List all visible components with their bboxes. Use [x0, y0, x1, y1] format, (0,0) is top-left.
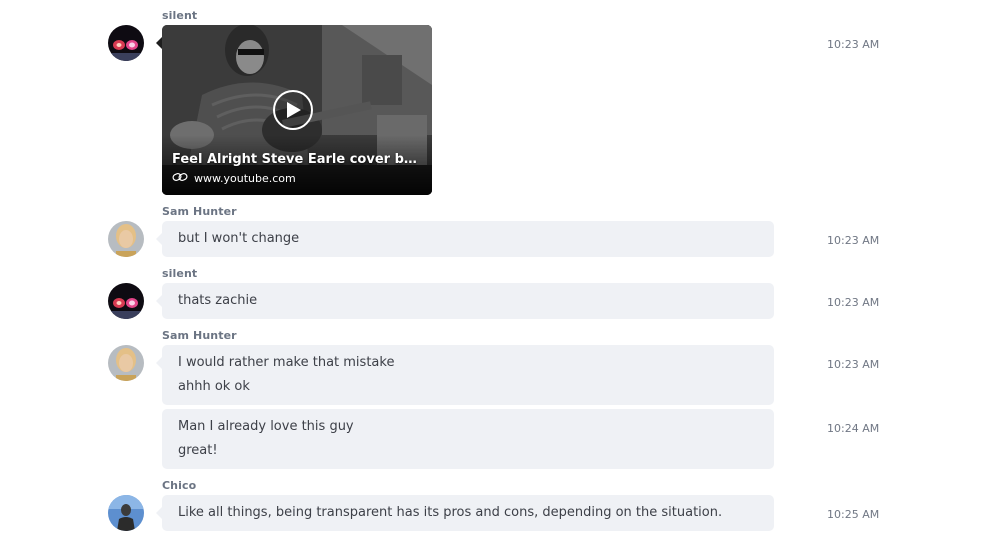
avatar[interactable] [108, 345, 144, 381]
message-timestamp: 10:23 AM [827, 234, 880, 247]
message-text: Like all things, being transparent has i… [178, 505, 723, 520]
message-text: thats zachie [178, 293, 258, 308]
video-domain: www.youtube.com [194, 172, 296, 185]
avatar[interactable] [108, 221, 144, 257]
video-embed[interactable]: Feel Alright Steve Earle cover by The...… [162, 25, 432, 195]
message-text: but I won't change [178, 231, 300, 246]
sender-name[interactable]: Chico [162, 479, 196, 492]
message-text: ahhh ok ok [178, 379, 250, 394]
link-icon [172, 172, 188, 185]
message-bubble[interactable]: but I won't change [162, 221, 774, 257]
message-timestamp: 10:24 AM [827, 422, 880, 435]
play-icon[interactable] [273, 90, 313, 130]
message-timestamp: 10:25 AM [827, 508, 880, 521]
message-timestamp: 10:23 AM [827, 358, 880, 371]
sender-name[interactable]: silent [162, 267, 197, 280]
message-timestamp: 10:23 AM [827, 38, 880, 51]
avatar[interactable] [108, 495, 144, 531]
message-bubble[interactable]: thats zachie [162, 283, 774, 319]
avatar[interactable] [108, 283, 144, 319]
message-bubble[interactable]: Man I already love this guy great! [162, 409, 774, 469]
chat-message-list: silent Feel Alright Steve Earle cover by… [0, 0, 982, 544]
message-text: great! [178, 443, 218, 458]
message-bubble[interactable]: Like all things, being transparent has i… [162, 495, 774, 531]
video-link[interactable]: www.youtube.com [172, 172, 296, 185]
avatar[interactable] [108, 25, 144, 61]
message-text: Man I already love this guy [178, 419, 354, 434]
message-bubble[interactable]: I would rather make that mistake ahhh ok… [162, 345, 774, 405]
sender-name[interactable]: Sam Hunter [162, 205, 237, 218]
sender-name[interactable]: Sam Hunter [162, 329, 237, 342]
message-timestamp: 10:23 AM [827, 296, 880, 309]
video-title[interactable]: Feel Alright Steve Earle cover by The... [172, 152, 424, 167]
sender-name[interactable]: silent [162, 9, 197, 22]
message-text: I would rather make that mistake [178, 355, 395, 370]
